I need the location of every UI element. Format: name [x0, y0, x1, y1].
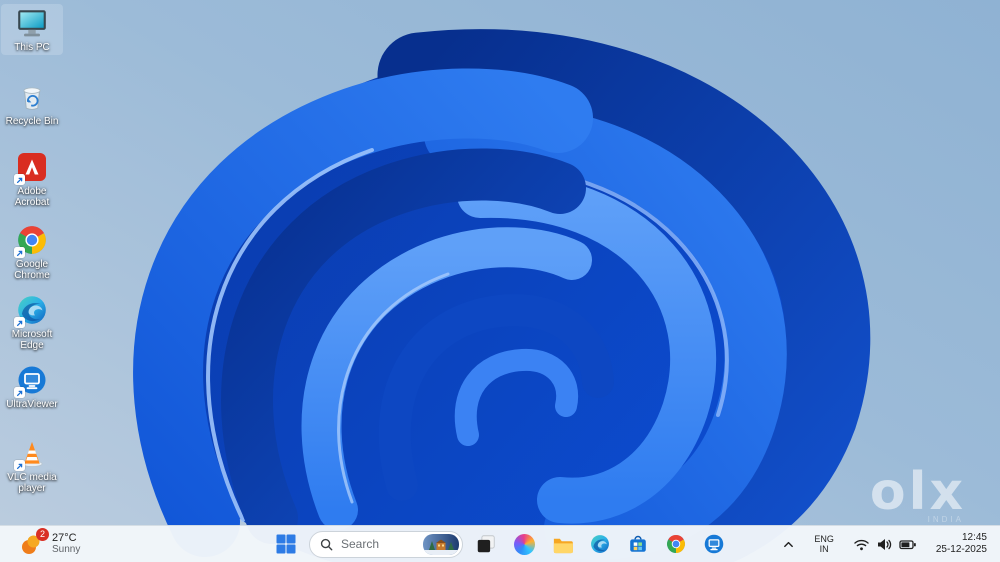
desktop-icon-ultraviewer[interactable]: UltraViewer	[1, 361, 63, 412]
battery-icon	[899, 539, 916, 549]
shortcut-arrow-icon	[14, 317, 25, 328]
desktop-icon-adobe-acrobat[interactable]: Adobe Acrobat	[1, 148, 63, 210]
file-explorer-icon	[553, 538, 573, 553]
microsoft-store-icon	[630, 535, 646, 552]
shortcut-arrow-icon	[14, 460, 25, 471]
desktop-icon-this-pc[interactable]: This PC	[1, 4, 63, 55]
wallpaper-bloom-image	[0, 0, 1000, 562]
shortcut-arrow-icon	[14, 174, 25, 185]
desktop-icon-label: This PC	[14, 42, 50, 53]
shortcut-arrow-icon	[14, 247, 25, 258]
volume-icon	[877, 538, 891, 550]
adobe-acrobat-icon	[14, 150, 49, 185]
system-tray: ENG IN 12:45 25-12-2025	[778, 526, 991, 562]
clock-time: 12:45	[961, 532, 987, 543]
desktop-icon-vlc[interactable]: VLC media player	[1, 434, 63, 496]
clock-widget[interactable]: 12:45 25-12-2025	[932, 529, 991, 559]
taskbar-center	[271, 526, 729, 562]
edge-icon	[14, 293, 49, 328]
wifi-icon	[854, 539, 869, 550]
desktop-icon-microsoft-edge[interactable]: Microsoft Edge	[1, 291, 63, 353]
sun-icon: 2	[19, 528, 49, 557]
edge-icon	[591, 535, 609, 553]
this-pc-icon	[15, 6, 49, 40]
desktop-icon-recycle-bin[interactable]: Recycle Bin	[1, 78, 63, 129]
chevron-up-icon	[784, 541, 794, 547]
weather-temperature: 27°C	[52, 532, 77, 544]
quick-settings-button[interactable]	[849, 534, 921, 555]
clock-date: 25-12-2025	[935, 544, 987, 555]
copilot-button[interactable]	[509, 529, 539, 559]
windows-desktop: This PC Recycle Bin Adobe Acrobat Google…	[0, 0, 1000, 562]
microsoft-store-button[interactable]	[623, 529, 653, 559]
search-highlight-image[interactable]	[423, 533, 459, 555]
desktop-icon-grid: This PC Recycle Bin Adobe Acrobat Google…	[0, 0, 66, 526]
shortcut-arrow-icon	[14, 387, 25, 398]
desktop-icon-label: VLC media player	[7, 472, 57, 494]
taskbar: 2 27°C Sunny Search ENG IN 12:45 25-12-2…	[0, 525, 1000, 562]
chrome-icon	[667, 535, 685, 553]
desktop-icon-label: Adobe Acrobat	[14, 186, 50, 208]
edge-button[interactable]	[585, 529, 615, 559]
file-explorer-button[interactable]	[547, 529, 577, 559]
taskbar-search-box[interactable]	[309, 530, 463, 558]
desktop-icon-label: Recycle Bin	[5, 116, 59, 127]
vlc-icon	[14, 436, 49, 471]
weather-alert-badge: 2	[36, 528, 49, 541]
search-icon	[320, 538, 333, 550]
ultraviewer-button[interactable]	[699, 529, 729, 559]
windows-logo-icon	[276, 534, 296, 554]
search-input[interactable]	[339, 536, 417, 552]
weather-condition: Sunny	[52, 544, 81, 555]
desktop-icon-label: Microsoft Edge	[11, 329, 53, 351]
task-view-icon	[477, 535, 495, 553]
language-indicator[interactable]: ENG IN	[810, 531, 838, 557]
desktop-icon-google-chrome[interactable]: Google Chrome	[1, 221, 63, 283]
ultraviewer-icon	[14, 363, 49, 398]
language-line1: ENG	[814, 534, 834, 544]
weather-widget[interactable]: 2 27°C Sunny	[13, 528, 86, 559]
task-view-button[interactable]	[471, 529, 501, 559]
start-button[interactable]	[271, 529, 301, 559]
language-line2: IN	[819, 544, 829, 554]
recycle-bin-icon	[15, 80, 49, 114]
ultraviewer-icon	[704, 534, 724, 554]
chrome-icon	[14, 223, 49, 258]
desktop-icon-label: Google Chrome	[14, 259, 50, 281]
tray-overflow-button[interactable]	[778, 535, 799, 554]
copilot-icon	[513, 533, 535, 555]
desktop-icon-label: UltraViewer	[6, 399, 58, 410]
chrome-button[interactable]	[661, 529, 691, 559]
